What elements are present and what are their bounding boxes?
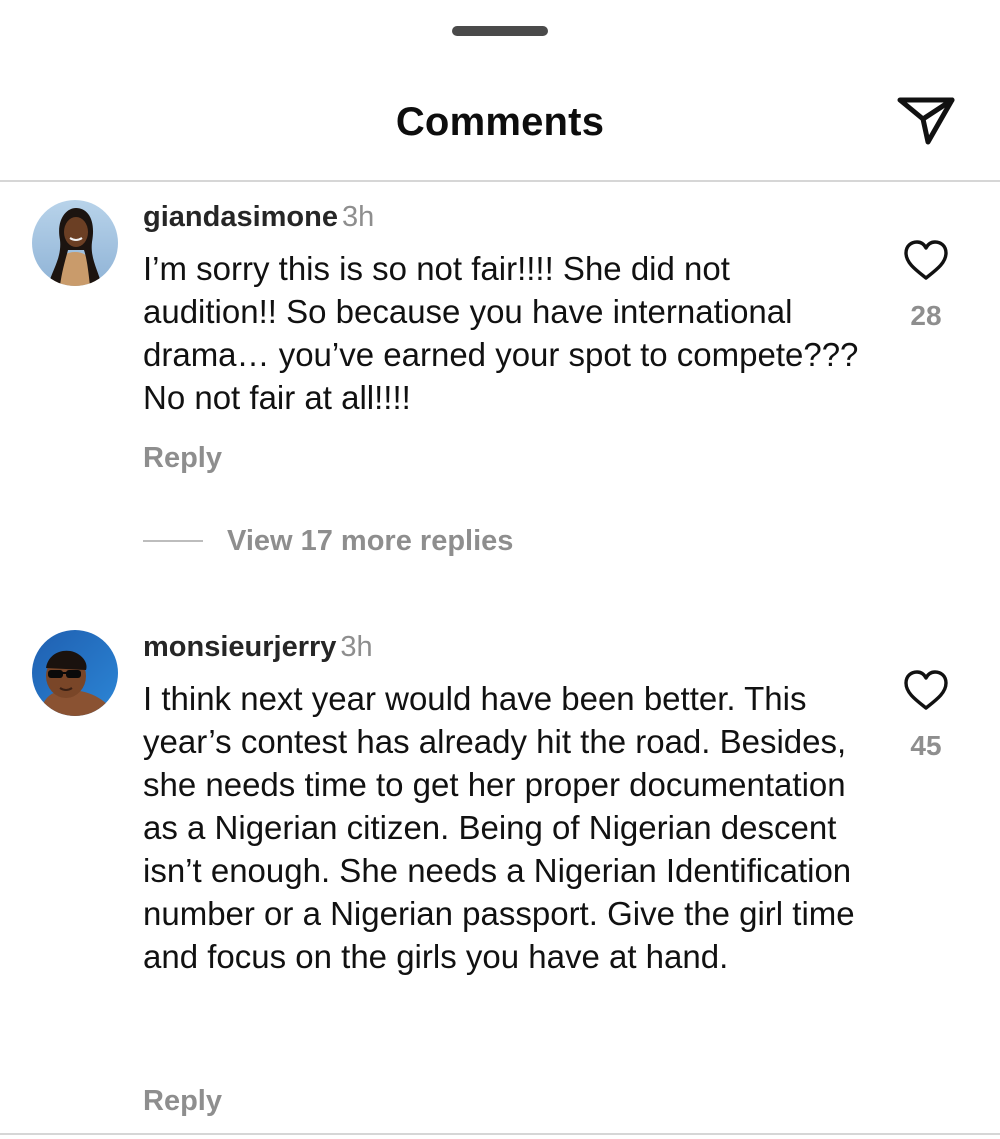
comment-timestamp: 3h <box>342 201 375 233</box>
comment-text: I think next year would have been better… <box>143 680 855 975</box>
send-icon <box>897 97 955 145</box>
view-replies-button[interactable]: View 17 more replies <box>143 521 513 561</box>
like-count: 28 <box>910 300 942 331</box>
avatar-image <box>32 200 118 286</box>
heart-icon[interactable] <box>902 668 950 712</box>
comment-timestamp: 3h <box>340 631 373 663</box>
share-button[interactable] <box>894 92 958 152</box>
like-control: 28 <box>898 238 954 332</box>
drag-handle[interactable] <box>452 26 548 36</box>
bottom-divider <box>0 1133 1000 1135</box>
heart-icon[interactable] <box>902 238 950 282</box>
comment-meta: giandasimone 3h <box>143 200 374 234</box>
reply-button[interactable]: Reply <box>143 1085 222 1118</box>
comments-sheet: Comments giandasimone 3h I’m sorry this … <box>0 0 1000 1139</box>
comment-text: I’m sorry this is so not fair!!!! She di… <box>143 250 859 416</box>
page-title: Comments <box>395 100 605 144</box>
avatar[interactable] <box>32 630 118 716</box>
avatar-image <box>32 630 118 716</box>
header-divider <box>0 180 1000 182</box>
comment-username[interactable]: giandasimone <box>143 201 338 233</box>
avatar[interactable] <box>32 200 118 286</box>
like-control: 45 <box>898 668 954 762</box>
reply-button[interactable]: Reply <box>143 442 222 475</box>
comment-meta: monsieurjerry 3h <box>143 630 373 664</box>
view-replies-label: View 17 more replies <box>227 524 514 557</box>
like-count: 45 <box>910 730 942 761</box>
comment-username[interactable]: monsieurjerry <box>143 631 336 663</box>
replies-divider-line <box>143 540 203 542</box>
